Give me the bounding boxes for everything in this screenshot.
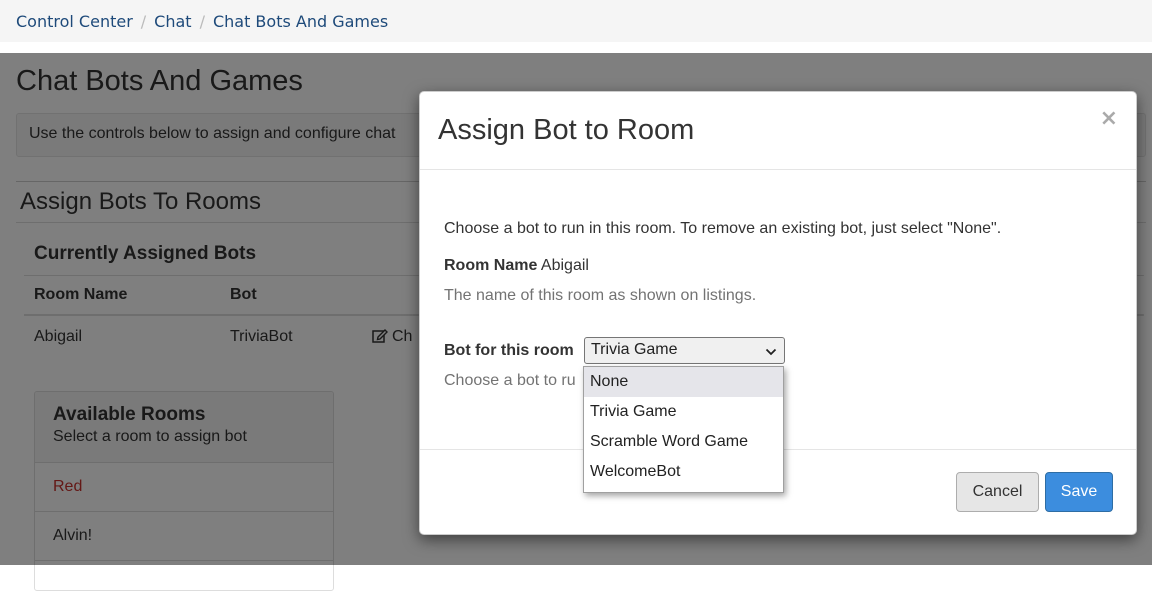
dropdown-option-none[interactable]: None	[584, 367, 783, 397]
modal-title: Assign Bot to Room	[438, 114, 695, 146]
breadcrumb-control-center[interactable]: Control Center	[16, 12, 133, 31]
bot-select-value: Trivia Game	[591, 341, 678, 358]
breadcrumb-separator: /	[140, 11, 147, 31]
breadcrumb: Control Center / Chat / Chat Bots And Ga…	[0, 0, 1152, 42]
modal-intro-text: Choose a bot to run in this room. To rem…	[444, 220, 1002, 237]
bot-select[interactable]: Trivia Game	[584, 337, 785, 364]
breadcrumb-chat[interactable]: Chat	[154, 12, 191, 31]
dropdown-option-welcomebot[interactable]: WelcomeBot	[584, 457, 783, 487]
room-name-help: The name of this room as shown on listin…	[444, 287, 757, 304]
modal-header: Assign Bot to Room ×	[420, 92, 1136, 170]
bot-select-label: Bot for this room	[444, 342, 574, 359]
cancel-button[interactable]: Cancel	[956, 472, 1039, 512]
breadcrumb-chat-bots-and-games[interactable]: Chat Bots And Games	[213, 12, 388, 31]
save-button[interactable]: Save	[1045, 472, 1113, 512]
close-icon[interactable]: ×	[1100, 106, 1118, 131]
chevron-down-icon	[765, 348, 777, 356]
breadcrumb-separator: /	[199, 11, 205, 31]
room-name-value: Abigail	[540, 257, 589, 274]
dropdown-option-scramble-word-game[interactable]: Scramble Word Game	[584, 427, 783, 457]
dropdown-option-trivia-game[interactable]: Trivia Game	[584, 397, 783, 427]
room-name-label: Room Name	[444, 257, 538, 274]
room-name-row: Room Name Abigail	[444, 257, 589, 275]
bot-select-dropdown: None Trivia Game Scramble Word Game Welc…	[583, 366, 784, 493]
bot-select-help: Choose a bot to ru	[444, 372, 576, 389]
